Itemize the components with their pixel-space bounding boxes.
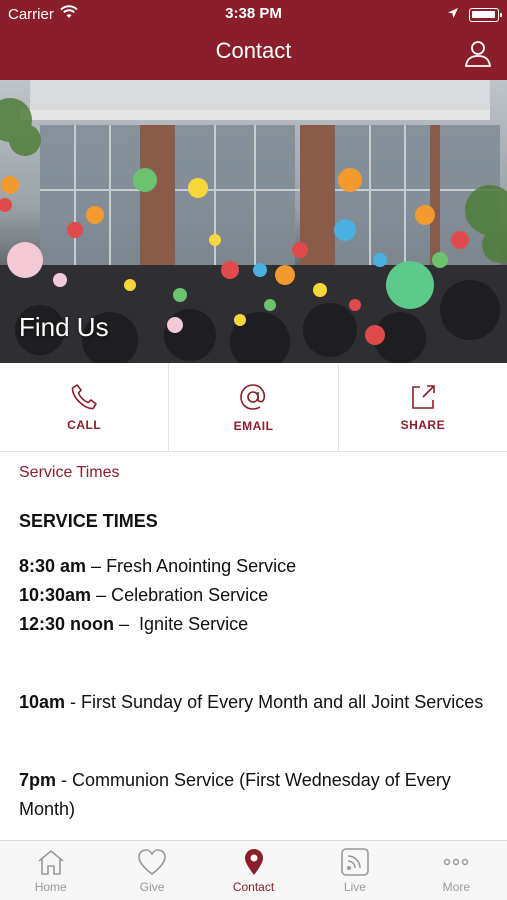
tab-more[interactable]: More: [406, 841, 507, 900]
email-label: EMAIL: [233, 419, 274, 433]
tab-label: Give: [139, 880, 165, 894]
home-icon: [38, 850, 64, 875]
status-time: 3:38 PM: [225, 5, 282, 22]
location-arrow-icon: [447, 6, 459, 23]
note-text: - Communion Service (First Wednesday of …: [19, 770, 451, 819]
tab-label: More: [442, 880, 470, 894]
service-name: Fresh Anointing Service: [106, 556, 297, 576]
tab-home[interactable]: Home: [0, 841, 101, 900]
location-pin-icon: [244, 849, 263, 875]
service-time: 8:30 am: [19, 556, 87, 576]
service-note: 10am - First Sunday of Every Month and a…: [19, 688, 489, 717]
call-label: CALL: [67, 418, 102, 432]
top-bar: Carrier 3:38 PM Contact: [0, 0, 507, 80]
service-times-heading: SERVICE TIMES: [19, 511, 158, 531]
note-time: 10am: [19, 692, 66, 712]
service-list: 8:30 am – Fresh Anointing Service 10:30a…: [19, 552, 489, 639]
share-button[interactable]: SHARE: [339, 363, 507, 451]
tab-contact[interactable]: Contact: [203, 841, 304, 900]
section-label: Service Times: [19, 464, 120, 481]
email-button[interactable]: EMAIL: [169, 363, 339, 451]
service-name: Celebration Service: [111, 585, 269, 605]
tab-label: Home: [34, 880, 67, 894]
profile-button[interactable]: [463, 38, 493, 68]
service-line: 8:30 am – Fresh Anointing Service: [19, 556, 297, 576]
more-dots-icon: [444, 858, 469, 866]
service-time: 12:30 noon: [19, 614, 115, 634]
tab-label: Contact: [232, 880, 275, 894]
tab-bar: Home Give Contact Live More: [0, 840, 507, 900]
tab-give[interactable]: Give: [101, 841, 202, 900]
call-button[interactable]: CALL: [0, 363, 170, 451]
service-time: 10:30am: [19, 585, 92, 605]
tab-label: Live: [343, 880, 366, 894]
share-icon: [412, 385, 435, 409]
hero-image: Find Us: [0, 80, 507, 363]
service-line: 12:30 noon – Ignite Service: [19, 614, 249, 634]
status-bar: Carrier 3:38 PM: [0, 0, 507, 28]
tab-live[interactable]: Live: [304, 841, 405, 900]
rss-icon: [341, 848, 369, 876]
page-title: Contact: [215, 38, 292, 63]
contact-actions: CALL EMAIL SHARE: [0, 363, 507, 452]
note-time: 7pm: [19, 770, 57, 790]
at-icon: [240, 384, 266, 410]
user-icon: [464, 41, 492, 67]
phone-icon: [71, 384, 97, 410]
hero-title: Find Us: [19, 312, 109, 342]
service-times-content: Service Times SERVICE TIMES 8:30 am – Fr…: [19, 464, 489, 824]
battery-icon: [469, 7, 502, 22]
service-name: Ignite Service: [139, 614, 249, 634]
heart-icon: [138, 849, 166, 876]
note-text: - First Sunday of Every Month and all Jo…: [65, 692, 484, 712]
service-note: 7pm - Communion Service (First Wednesday…: [19, 766, 489, 824]
service-line: 10:30am – Celebration Service: [19, 585, 269, 605]
share-label: SHARE: [400, 418, 446, 432]
